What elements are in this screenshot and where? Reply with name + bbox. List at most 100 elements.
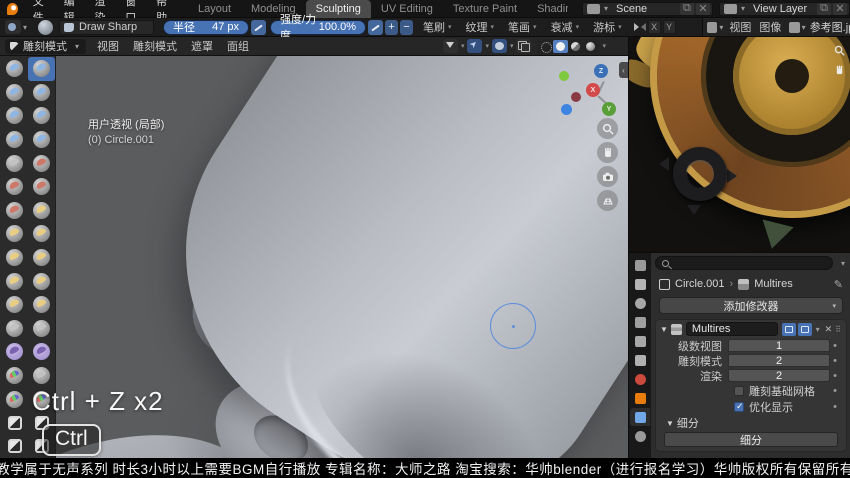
symmetry-y-toggle[interactable]: Y [663, 20, 676, 34]
pan-button[interactable] [597, 142, 618, 163]
new-view-layer-button[interactable]: ⧉ [817, 3, 831, 15]
brush-snake-hook[interactable] [1, 246, 28, 270]
shading-solid-button[interactable] [553, 40, 568, 53]
image-name[interactable]: 参考图.jpg [808, 19, 850, 35]
subdivide-button[interactable]: 细分 [664, 432, 838, 447]
shading-wireframe-button[interactable] [538, 40, 553, 53]
image-view-menu[interactable]: 视图 [725, 19, 755, 35]
npanel-toggle[interactable]: ‹ [619, 62, 628, 78]
properties-tab-render[interactable] [630, 294, 650, 312]
image-datablock-icon[interactable] [789, 22, 799, 33]
tab-layout[interactable]: Layout [188, 0, 241, 18]
brush-clay[interactable] [1, 81, 28, 105]
modifier-extras-dropdown[interactable]: ▾ [816, 325, 820, 334]
brush-name-field[interactable]: Draw Sharp [59, 20, 154, 35]
brush-grab[interactable] [1, 222, 28, 246]
animate-dot-icon[interactable]: • [830, 370, 840, 382]
image-zoom-icon[interactable] [834, 45, 845, 59]
radius-slider[interactable]: 半径 47 px [163, 20, 249, 35]
mode-selector[interactable]: 雕刻模式 ▾ [5, 39, 86, 54]
shading-material-button[interactable] [568, 40, 583, 53]
subdivision-subsection[interactable]: ▼ 细分 [656, 415, 846, 431]
zoom-button[interactable] [597, 118, 618, 139]
popover-纹理[interactable]: 纹理▾ [462, 19, 499, 35]
view-layer-name[interactable]: View Layer [747, 3, 817, 15]
gizmo-axis-y-neg[interactable] [559, 71, 569, 81]
pin-icon[interactable]: ✎ [834, 278, 843, 291]
viewport-menu-雕刻模式[interactable]: 雕刻模式 [126, 38, 184, 54]
brush-simplify[interactable] [1, 340, 28, 364]
brush-flatten[interactable] [28, 151, 55, 175]
modifier-row-value[interactable]: 1 [728, 339, 830, 352]
perspective-toggle-button[interactable] [597, 190, 618, 211]
display-realtime-toggle[interactable] [782, 323, 796, 336]
brush-fill[interactable] [1, 175, 28, 199]
delete-modifier-button[interactable]: ✕ [825, 324, 833, 335]
modifier-row-value[interactable]: 2 [728, 354, 830, 367]
properties-tab-world[interactable] [630, 370, 650, 388]
3d-viewport[interactable]: 用户透视 (局部) (0) Circle.001 Z X Y ‹ Ctrl + [0, 56, 628, 458]
breadcrumb-object[interactable]: Circle.001 [675, 278, 725, 290]
brush-rotate[interactable] [1, 293, 28, 317]
popover-游标[interactable]: 游标▾ [589, 19, 626, 35]
gizmo-axis-z-neg[interactable] [561, 104, 572, 115]
brush-scrape[interactable] [28, 175, 55, 199]
active-tool-dropdown-icon[interactable] [5, 20, 21, 34]
properties-tab-scene[interactable] [630, 351, 650, 369]
brush-nudge[interactable] [28, 269, 55, 293]
remove-view-layer-button[interactable]: ✕ [833, 3, 847, 15]
modifier-row-value[interactable]: 2 [728, 369, 830, 382]
drag-handle-icon[interactable]: ⠿ [835, 325, 842, 334]
increase-button[interactable]: + [385, 20, 398, 35]
properties-tab-tool[interactable] [630, 275, 650, 293]
show-overlays-toggle[interactable] [492, 39, 507, 53]
animate-dot-icon[interactable]: • [830, 355, 840, 367]
brush-box-mask[interactable] [1, 411, 28, 435]
viewport-menu-面组[interactable]: 面组 [220, 38, 256, 54]
tab-uv-editing[interactable]: UV Editing [371, 0, 443, 18]
strength-pressure-toggle[interactable] [368, 20, 383, 35]
shading-rendered-button[interactable] [583, 40, 598, 53]
unlink-scene-button[interactable]: ✕ [696, 3, 710, 15]
popover-笔画[interactable]: 笔画▾ [504, 19, 541, 35]
strength-slider[interactable]: 强度/力度 100.0% [270, 20, 366, 35]
modifier-name-field[interactable]: Multires [686, 322, 778, 336]
blender-logo-icon[interactable] [7, 3, 18, 15]
tab-texture-paint[interactable]: Texture Paint [443, 0, 527, 18]
tab-shading[interactable]: Shading [527, 0, 568, 18]
brush-blob[interactable] [1, 128, 28, 152]
brush-multi-plane-scrape[interactable] [1, 199, 28, 223]
new-scene-button[interactable]: ⧉ [680, 3, 694, 15]
checkbox-优化显示[interactable] [734, 402, 744, 412]
brush-slide-relax[interactable] [28, 293, 55, 317]
brush-elastic-deform[interactable] [28, 222, 55, 246]
gizmo-axis-x-neg[interactable] [571, 92, 581, 102]
scene-name[interactable]: Scene [610, 3, 680, 15]
brush-preview-icon[interactable] [38, 20, 53, 35]
brush-cloth[interactable] [28, 317, 55, 341]
image-pan-hand-icon[interactable] [834, 65, 845, 79]
radius-pressure-toggle[interactable] [251, 20, 266, 35]
add-modifier-button[interactable]: 添加修改器 ▾ [659, 297, 843, 314]
camera-view-button[interactable] [597, 166, 618, 187]
properties-search-input[interactable] [655, 256, 833, 270]
image-image-menu[interactable]: 图像 [755, 19, 785, 35]
modifier-panel-header[interactable]: ▼ Multires ▾ ✕ ⠿ [656, 320, 846, 338]
view-layer-selector[interactable]: ▾ View Layer ⧉ ✕ [719, 2, 850, 16]
brush-thumb[interactable] [28, 246, 55, 270]
animate-dot-icon[interactable]: • [830, 401, 840, 413]
decrease-button[interactable]: − [400, 20, 413, 35]
symmetry-x-toggle[interactable]: X [648, 20, 661, 34]
display-render-toggle[interactable] [798, 323, 812, 336]
gizmo-axis-z[interactable]: Z [594, 64, 608, 78]
brush-draw[interactable] [1, 57, 28, 81]
brush-smooth[interactable] [1, 151, 28, 175]
properties-tab-modifiers[interactable] [630, 408, 650, 426]
brush-multires-displacement-eraser[interactable] [28, 364, 55, 388]
gizmo-axis-x[interactable]: X [586, 83, 600, 97]
animate-dot-icon[interactable]: • [830, 340, 840, 352]
animate-dot-icon[interactable]: • [830, 385, 840, 397]
brush-inflate[interactable] [28, 104, 55, 128]
brush-boundary[interactable] [1, 317, 28, 341]
properties-tab-output[interactable] [630, 313, 650, 331]
